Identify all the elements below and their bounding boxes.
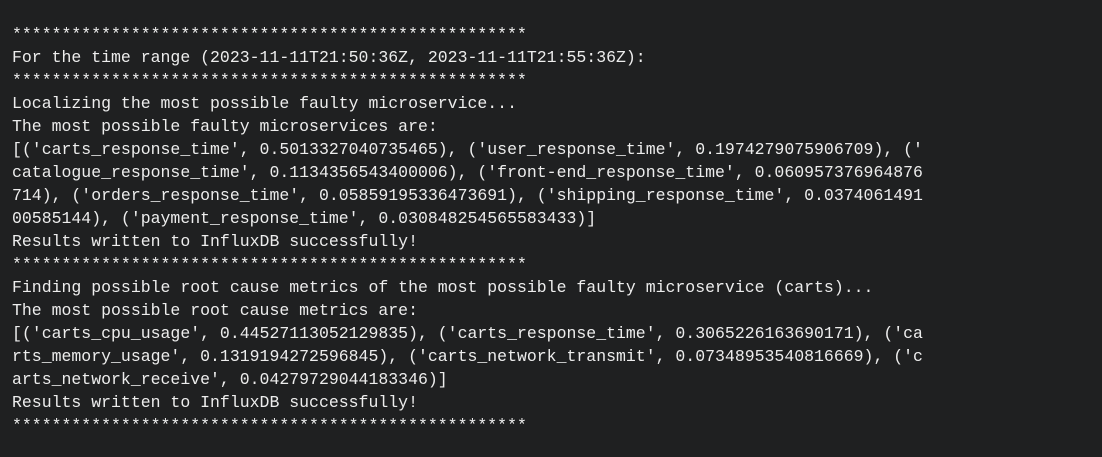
localizing-status-line: Localizing the most possible faulty micr… [12,94,517,113]
terminal-output: ****************************************… [0,0,1102,457]
root-cause-metrics-result: rts_memory_usage', 0.1319194272596845), … [12,347,923,366]
separator-line: ****************************************… [12,71,527,90]
root-cause-metrics-result: [('carts_cpu_usage', 0.44527113052129835… [12,324,923,343]
faulty-microservices-result: catalogue_response_time', 0.113435654340… [12,163,923,182]
root-cause-metrics-heading: The most possible root cause metrics are… [12,301,418,320]
time-range-line: For the time range (2023-11-11T21:50:36Z… [12,48,646,67]
separator-line: ****************************************… [12,25,527,44]
faulty-microservices-heading: The most possible faulty microservices a… [12,117,438,136]
influxdb-success-line: Results written to InfluxDB successfully… [12,232,418,251]
separator-line: ****************************************… [12,255,527,274]
faulty-microservices-result: 00585144), ('payment_response_time', 0.0… [12,209,597,228]
faulty-microservices-result: [('carts_response_time', 0.5013327040735… [12,140,923,159]
faulty-microservices-result: 714), ('orders_response_time', 0.0585919… [12,186,923,205]
root-cause-status-line: Finding possible root cause metrics of t… [12,278,874,297]
influxdb-success-line: Results written to InfluxDB successfully… [12,393,418,412]
root-cause-metrics-result: arts_network_receive', 0.042797290441833… [12,370,448,389]
separator-line: ****************************************… [12,416,527,435]
